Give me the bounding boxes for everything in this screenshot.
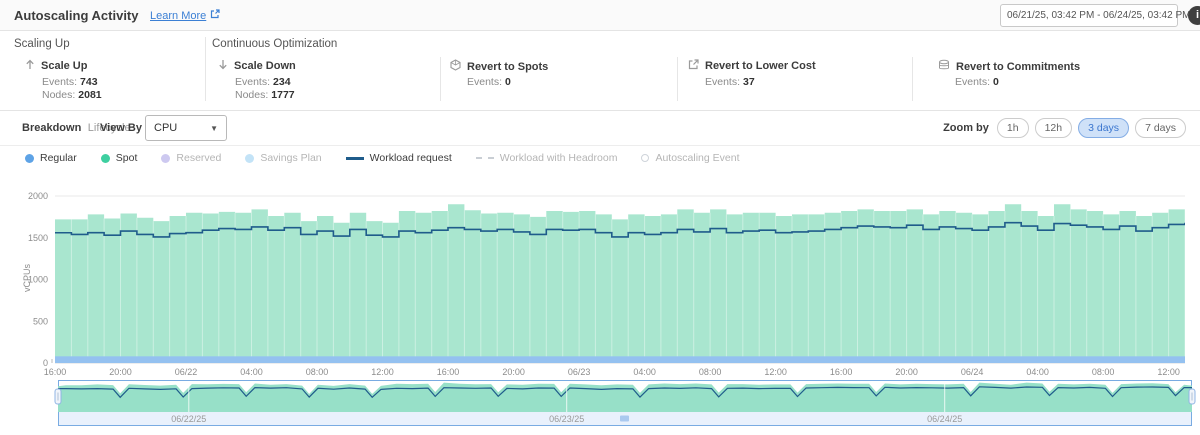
svg-text:04:00: 04:00: [1026, 367, 1049, 377]
stat-metric: Nodes:1777: [235, 89, 295, 101]
svg-text:vCPUs: vCPUs: [22, 264, 32, 293]
stats-group-title: Scaling Up: [14, 38, 70, 50]
svg-text:2000: 2000: [28, 191, 48, 201]
svg-text:12:00: 12:00: [371, 367, 394, 377]
stat-item-label: Revert to Spots: [450, 59, 548, 74]
brush-handle-right[interactable]: [1189, 389, 1195, 404]
tab-breakdown[interactable]: Breakdown: [22, 122, 81, 134]
hexagon-icon: [450, 59, 461, 74]
view-by-select[interactable]: CPU ▼: [145, 115, 227, 141]
legend-dot-icon: [25, 154, 34, 163]
chevron-down-icon: ▼: [210, 124, 218, 133]
svg-text:04:00: 04:00: [240, 367, 263, 377]
minimap-date-label: 06/24/25: [927, 414, 962, 424]
stat-metric: Events:0: [955, 76, 999, 88]
zoom-option-1h[interactable]: 1h: [997, 118, 1029, 138]
stat-metric: Events:37: [705, 76, 755, 88]
zoom-option-3-days[interactable]: 3 days: [1078, 118, 1129, 138]
stat-metric: Nodes:2081: [42, 89, 102, 101]
view-by-value: CPU: [154, 122, 177, 134]
legend-label: Reserved: [176, 152, 221, 164]
legend-ring-icon: [641, 154, 649, 162]
arrow-up-icon: [25, 59, 35, 73]
minimap-brush[interactable]: 06/22/25 06/23/25 06/24/25: [0, 378, 1200, 435]
legend-label: Savings Plan: [260, 152, 321, 164]
legend-label: Workload request: [370, 152, 452, 164]
stat-item-label: Revert to Lower Cost: [688, 59, 816, 73]
legend-item-autoscaling-event[interactable]: Autoscaling Event: [641, 152, 739, 164]
svg-text:06/23: 06/23: [568, 367, 591, 377]
divider: [912, 57, 913, 101]
external-link-icon: [210, 9, 220, 22]
controls-row: BreakdownLifecycle View By CPU ▼ Zoom by…: [0, 111, 1200, 146]
page-title: Autoscaling Activity: [14, 8, 138, 23]
zoom-by-label: Zoom by: [943, 122, 989, 134]
legend-label: Workload with Headroom: [500, 152, 618, 164]
arrow-out-icon: [688, 59, 699, 73]
layers-icon: [938, 59, 950, 74]
svg-text:12:00: 12:00: [1157, 367, 1180, 377]
regular-area: [55, 356, 1185, 363]
svg-text:20:00: 20:00: [109, 367, 132, 377]
legend-item-regular[interactable]: Regular: [25, 152, 77, 164]
legend-line-icon: [346, 157, 364, 160]
info-icon[interactable]: i: [1188, 6, 1200, 25]
zoom-option-7-days[interactable]: 7 days: [1135, 118, 1186, 138]
learn-more-link[interactable]: Learn More: [150, 9, 220, 22]
svg-text:04:00: 04:00: [633, 367, 656, 377]
legend-dot-icon: [101, 154, 110, 163]
stat-item-label: Revert to Commitments: [938, 59, 1080, 74]
legend-label: Regular: [40, 152, 77, 164]
stat-item-label: Scale Up: [25, 59, 87, 73]
stat-item-label: Scale Down: [218, 59, 296, 73]
legend-dot-icon: [161, 154, 170, 163]
svg-text:500: 500: [33, 316, 48, 326]
legend-item-workload-with-headroom[interactable]: Workload with Headroom: [476, 152, 618, 164]
header: Autoscaling Activity Learn More 06/21/25…: [0, 0, 1200, 31]
svg-text:1500: 1500: [28, 233, 48, 243]
legend-dot-icon: [245, 154, 254, 163]
legend-label: Autoscaling Event: [655, 152, 739, 164]
legend-item-workload-request[interactable]: Workload request: [346, 152, 452, 164]
legend-item-spot[interactable]: Spot: [101, 152, 138, 164]
svg-text:08:00: 08:00: [306, 367, 329, 377]
legend-item-reserved[interactable]: Reserved: [161, 152, 221, 164]
svg-text:16:00: 16:00: [437, 367, 460, 377]
legend-label: Spot: [116, 152, 138, 164]
divider: [440, 57, 441, 101]
svg-text:12:00: 12:00: [764, 367, 787, 377]
stat-metric: Events:234: [235, 76, 291, 88]
svg-text:20:00: 20:00: [502, 367, 525, 377]
arrow-down-icon: [218, 59, 228, 73]
svg-text:06/22: 06/22: [175, 367, 198, 377]
legend-dash-icon: [476, 157, 494, 159]
stats-group-title: Continuous Optimization: [212, 38, 337, 50]
chart-legend: Regular Spot Reserved Savings Plan Workload …: [25, 152, 740, 164]
date-range-value: 06/21/25, 03:42 PM - 06/24/25, 03:42 PM: [1007, 10, 1190, 21]
minimap-date-label: 06/23/25: [549, 414, 584, 424]
svg-text:16:00: 16:00: [44, 367, 67, 377]
divider: [677, 57, 678, 101]
minimap-thumb[interactable]: [620, 416, 629, 422]
svg-text:06/24: 06/24: [961, 367, 984, 377]
stat-metric: Events:743: [42, 76, 98, 88]
plot-area: [55, 204, 1200, 363]
date-range-input[interactable]: 06/21/25, 03:42 PM - 06/24/25, 03:42 PM: [1000, 4, 1178, 27]
zoom-option-12h[interactable]: 12h: [1035, 118, 1073, 138]
svg-text:16:00: 16:00: [830, 367, 853, 377]
stat-metric: Events:0: [467, 76, 511, 88]
svg-text:20:00: 20:00: [895, 367, 918, 377]
view-by-label: View By: [100, 122, 142, 134]
svg-text:08:00: 08:00: [1092, 367, 1115, 377]
minimap-date-label: 06/22/25: [171, 414, 206, 424]
learn-more-label: Learn More: [150, 10, 206, 22]
zoom-by-group: Zoom by 1h 12h3 days 7 days: [943, 118, 1186, 138]
svg-text:08:00: 08:00: [699, 367, 722, 377]
stats-band: Scaling Up Scale Up Events:743Nodes:2081 Co…: [0, 31, 1200, 111]
main-chart: 0500100015002000vCPUs16:0020:0006/2204:0…: [0, 178, 1200, 378]
legend-item-savings-plan[interactable]: Savings Plan: [245, 152, 321, 164]
divider: [205, 37, 206, 101]
brush-handle-left[interactable]: [55, 389, 61, 404]
